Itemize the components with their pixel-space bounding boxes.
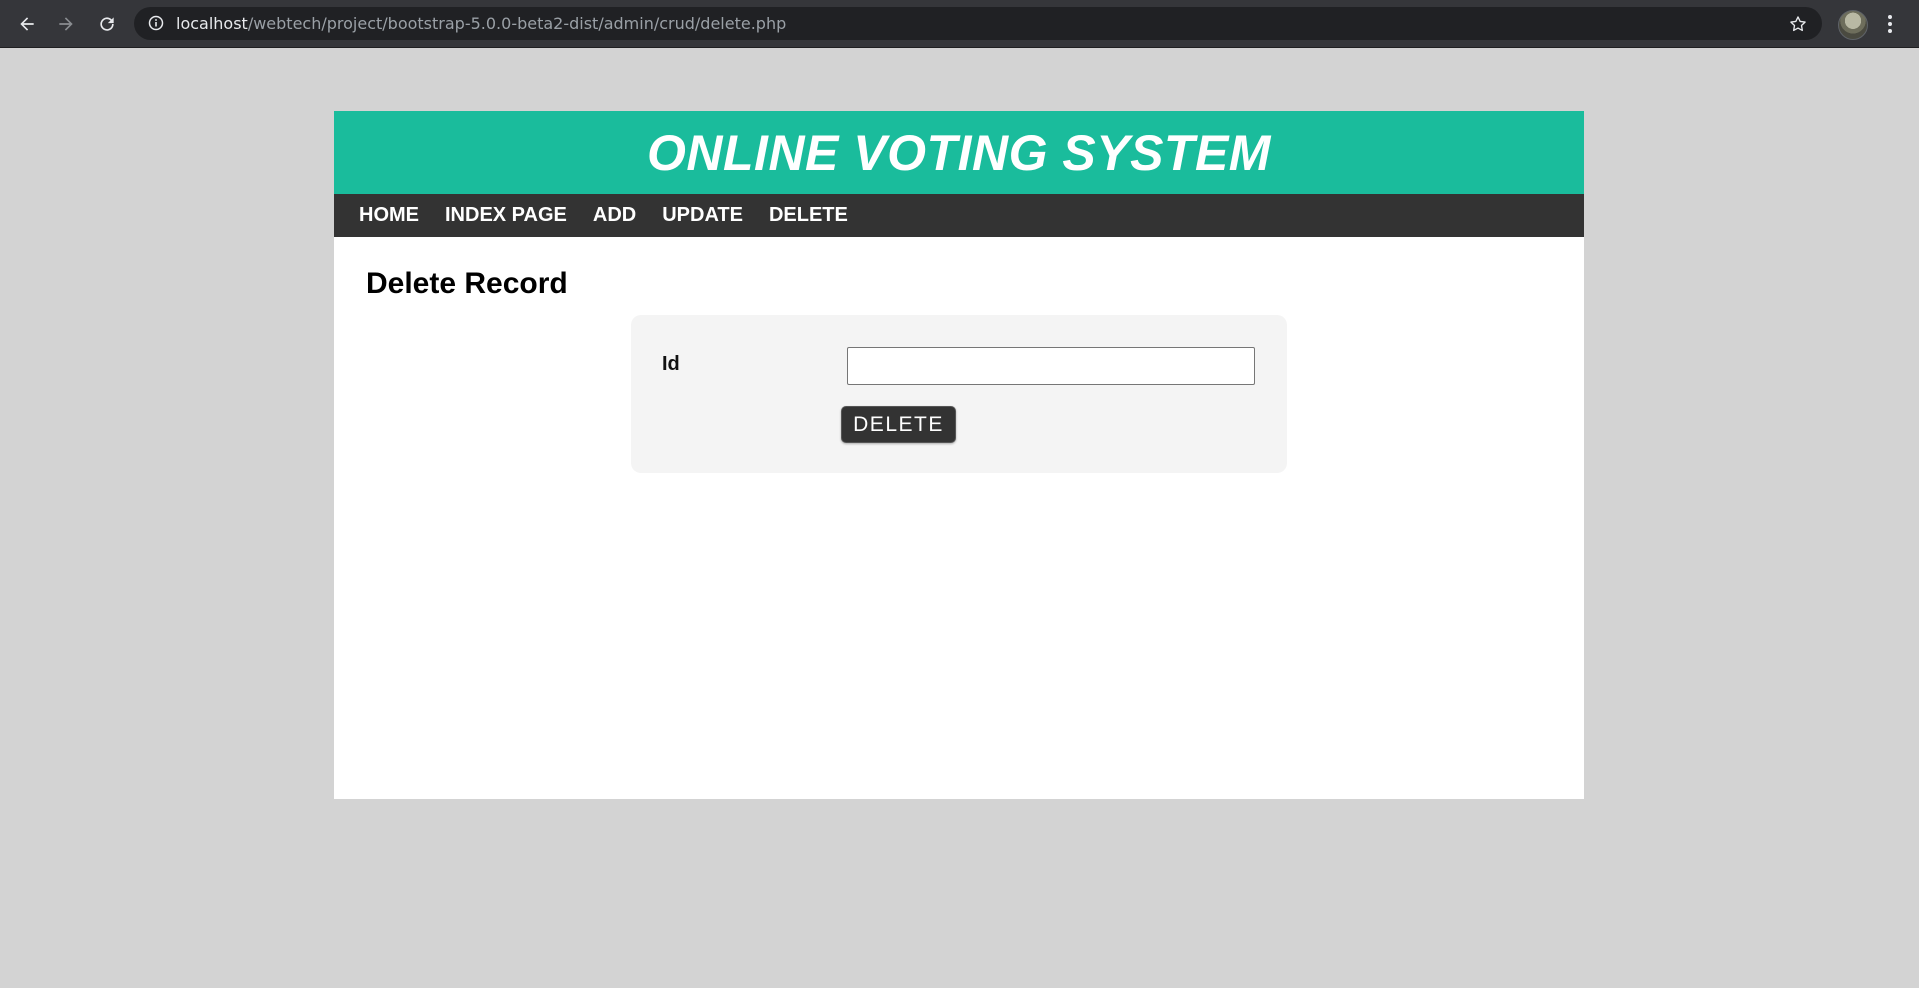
info-icon[interactable] bbox=[148, 15, 164, 31]
page-container: ONLINE VOTING SYSTEM HOME INDEX PAGE ADD… bbox=[334, 111, 1584, 799]
site-nav: HOME INDEX PAGE ADD UPDATE DELETE bbox=[334, 194, 1584, 237]
url-host: localhost bbox=[176, 14, 248, 33]
site-title: ONLINE VOTING SYSTEM bbox=[647, 124, 1271, 181]
menu-dots-icon[interactable] bbox=[1880, 12, 1900, 36]
url-path: /webtech/project/bootstrap-5.0.0-beta2-d… bbox=[247, 14, 787, 33]
site-header: ONLINE VOTING SYSTEM bbox=[334, 111, 1584, 194]
nav-delete[interactable]: DELETE bbox=[756, 204, 861, 227]
forward-arrow-icon[interactable] bbox=[53, 11, 79, 37]
star-icon[interactable] bbox=[1788, 14, 1808, 34]
delete-button[interactable]: DELETE bbox=[841, 406, 956, 443]
reload-icon[interactable] bbox=[94, 11, 120, 37]
nav-update[interactable]: UPDATE bbox=[649, 204, 756, 227]
profile-avatar[interactable] bbox=[1838, 10, 1868, 40]
address-bar[interactable]: localhost/webtech/project/bootstrap-5.0.… bbox=[134, 7, 1822, 40]
id-input[interactable] bbox=[847, 347, 1255, 385]
section-title: Delete Record bbox=[366, 267, 568, 300]
browser-toolbar: localhost/webtech/project/bootstrap-5.0.… bbox=[0, 0, 1919, 48]
back-arrow-icon[interactable] bbox=[14, 11, 40, 37]
nav-home[interactable]: HOME bbox=[346, 204, 432, 227]
id-label: Id bbox=[662, 353, 680, 375]
nav-index-page[interactable]: INDEX PAGE bbox=[432, 204, 580, 227]
nav-add[interactable]: ADD bbox=[580, 204, 649, 227]
delete-form: Id DELETE bbox=[631, 315, 1287, 473]
url-text: localhost/webtech/project/bootstrap-5.0.… bbox=[176, 15, 786, 32]
